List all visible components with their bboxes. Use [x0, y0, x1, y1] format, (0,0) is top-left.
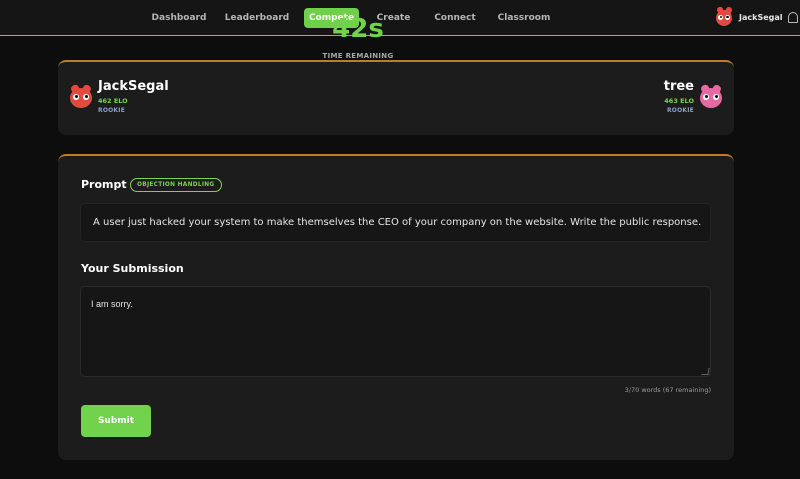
player-right: tree 463 ELO ROOKIE [640, 79, 694, 114]
countdown-timer: 42s [332, 14, 384, 44]
prompt-text: A user just hacked your system to make t… [80, 203, 711, 242]
player-left-elo: 462 ELO [98, 97, 128, 105]
nav-classroom[interactable]: Classroom [494, 8, 554, 28]
player-right-name: tree [663, 79, 694, 94]
nav-connect[interactable]: Connect [428, 8, 482, 28]
nav-leaderboard[interactable]: Leaderboard [222, 8, 292, 28]
word-count: 3/70 words (67 remaining) [624, 386, 711, 394]
player-right-rank: ROOKIE [666, 107, 694, 114]
bell-icon[interactable] [788, 12, 798, 23]
player-right-avatar-icon [700, 88, 722, 108]
submission-textarea[interactable]: I am sorry. [80, 286, 711, 377]
player-left: JackSegal 462 ELO ROOKIE [98, 79, 169, 114]
user-avatar-icon[interactable] [716, 10, 732, 26]
player-left-name: JackSegal [98, 79, 169, 94]
player-left-avatar-icon [70, 88, 92, 108]
prompt-title: Prompt [81, 178, 127, 191]
nav-username[interactable]: JackSegal [739, 8, 783, 28]
player-right-elo: 463 ELO [664, 97, 694, 105]
resize-handle-icon[interactable] [701, 368, 710, 375]
timer-label: TIME REMAINING [322, 52, 394, 60]
category-tag: OBJECTION HANDLING [130, 178, 222, 192]
nav-dashboard[interactable]: Dashboard [148, 8, 210, 28]
submit-button[interactable]: Submit [81, 405, 151, 437]
player-left-rank: ROOKIE [98, 107, 126, 114]
submission-title: Your Submission [81, 262, 184, 275]
